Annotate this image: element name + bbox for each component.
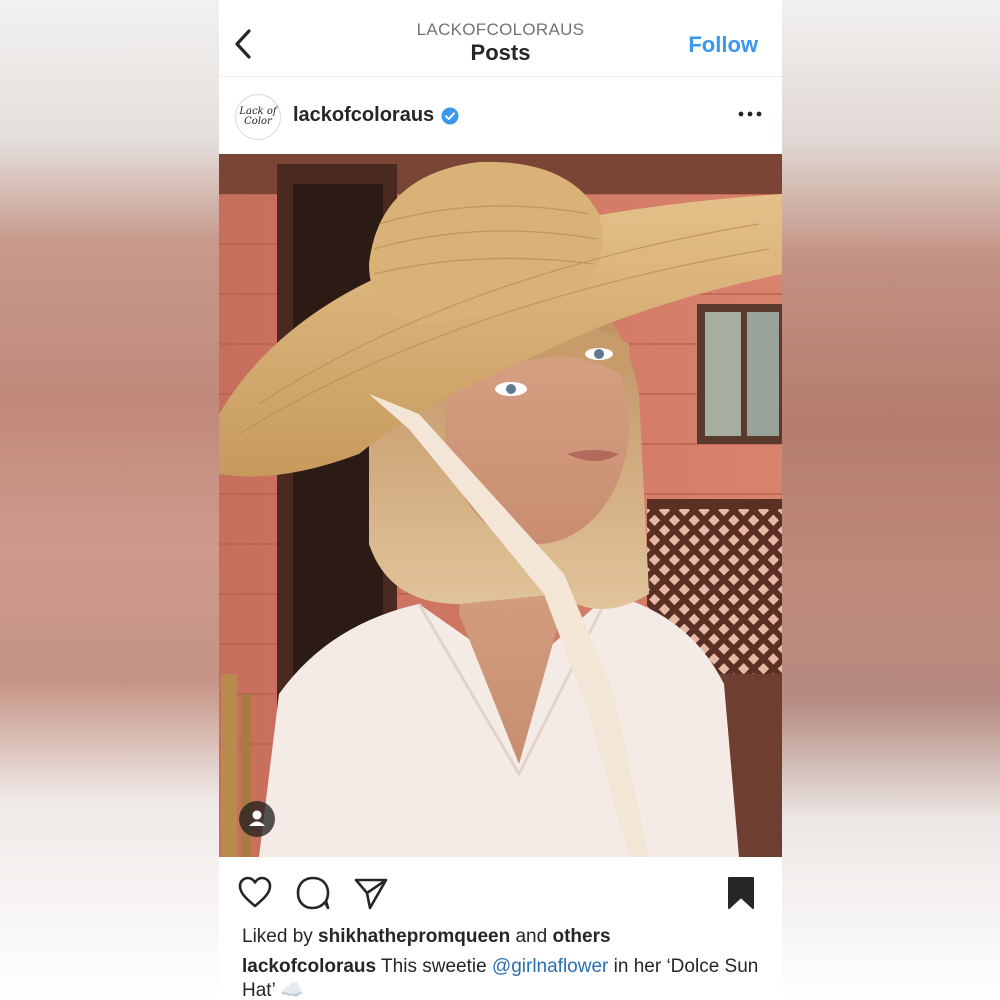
tag-people-button[interactable]: [239, 801, 275, 837]
avatar-logo: Lack of Color: [239, 107, 276, 127]
comment-button[interactable]: [295, 875, 331, 911]
avatar[interactable]: Lack of Color: [235, 94, 281, 140]
verified-badge-icon: [441, 107, 459, 125]
share-button[interactable]: [353, 875, 389, 911]
liked-by-user-link[interactable]: shikhathepromqueen: [318, 926, 510, 947]
avatar-logo-line2: Color: [244, 116, 272, 127]
heart-icon: [238, 876, 272, 908]
user-tag-icon: [249, 810, 265, 826]
follow-button[interactable]: Follow: [688, 32, 758, 58]
caption-text-before: This sweetie: [376, 956, 492, 977]
top-navigation-bar: LACKOFCOLORAUS Posts Follow: [219, 0, 782, 77]
likes-summary: Liked by shikhathepromqueen and others: [242, 926, 611, 948]
like-button[interactable]: [237, 875, 273, 911]
background-blur-left: [0, 0, 219, 1000]
post-photo[interactable]: [219, 154, 782, 857]
instagram-post-screen: LACKOFCOLORAUS Posts Follow Lack of Colo…: [219, 0, 782, 1000]
save-button[interactable]: [723, 875, 759, 911]
send-icon: [354, 878, 388, 910]
post-username[interactable]: lackofcoloraus: [293, 104, 434, 127]
more-horizontal-icon: [738, 111, 762, 117]
comment-icon: [296, 876, 330, 910]
post-action-bar: [219, 857, 782, 927]
caption-username[interactable]: lackofcoloraus: [242, 956, 376, 977]
post-header: Lack of Color lackofcoloraus: [219, 77, 782, 154]
likes-others-link[interactable]: others: [552, 926, 610, 947]
likes-prefix: Liked by: [242, 926, 319, 947]
post-caption: lackofcoloraus This sweetie @girlnaflowe…: [242, 955, 772, 1000]
post-photo-illustration: [219, 154, 782, 857]
likes-middle: and: [510, 926, 553, 947]
caption-mention-link[interactable]: @girlnaflower: [492, 956, 608, 977]
background-blur-right: [782, 0, 1000, 1000]
more-options-button[interactable]: [736, 104, 764, 124]
bookmark-icon: [728, 877, 754, 909]
